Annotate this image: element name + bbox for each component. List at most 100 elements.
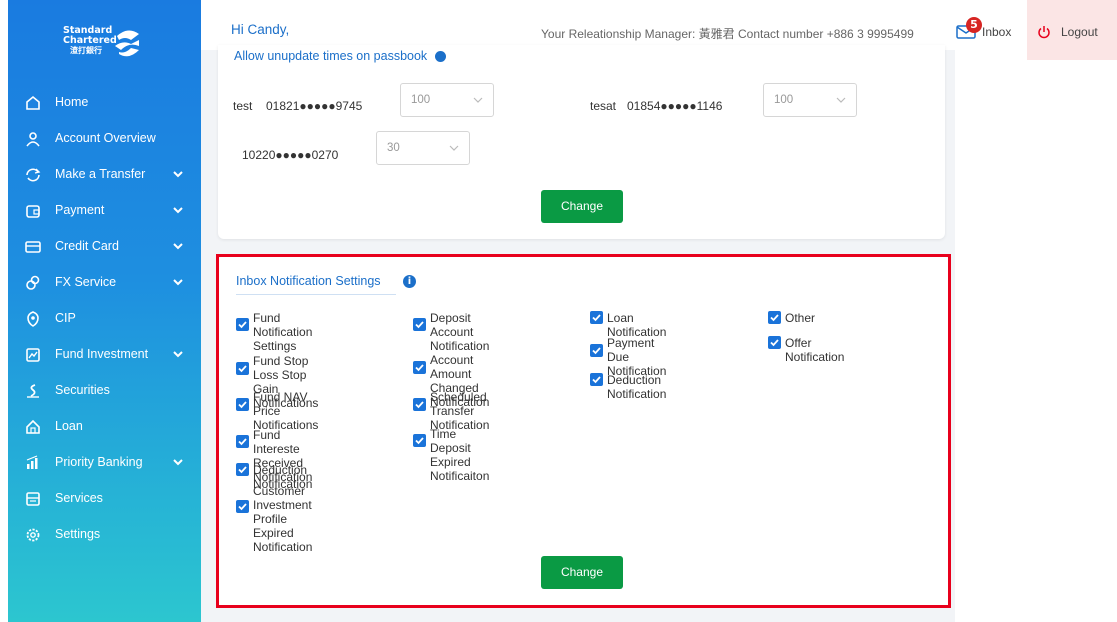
logo-line-2: Chartered bbox=[63, 35, 117, 46]
checkbox-checked[interactable] bbox=[768, 336, 781, 349]
checkbox-checked[interactable] bbox=[236, 362, 249, 375]
passbook-section-title: Allow unupdate times on passbook bbox=[234, 49, 446, 63]
checkbox-label: Payment Due Notification bbox=[607, 336, 667, 378]
chevron-down-icon bbox=[473, 97, 483, 103]
gear-icon bbox=[26, 528, 40, 542]
passbook-title-text: Allow unupdate times on passbook bbox=[234, 49, 428, 63]
fx-icon bbox=[26, 275, 40, 290]
check-icon bbox=[238, 365, 247, 373]
check-icon bbox=[238, 503, 247, 511]
passbook-account-row: test 01821●●●●●9745 bbox=[233, 99, 362, 113]
sidebar-item-label: Account Overview bbox=[55, 131, 156, 145]
checkbox-checked[interactable] bbox=[413, 318, 426, 331]
inbox-label: Inbox bbox=[982, 25, 1012, 39]
checkbox-label: Fund Notification Settings bbox=[253, 311, 313, 353]
sidebar-item-cip[interactable]: CIP bbox=[8, 301, 201, 337]
sidebar-item-services[interactable]: Services bbox=[8, 481, 201, 517]
checkbox-label: Loan Notification bbox=[607, 311, 667, 339]
select-value: 100 bbox=[411, 94, 431, 106]
sidebar-item-home[interactable]: Home bbox=[8, 85, 201, 121]
checkbox-checked[interactable] bbox=[590, 311, 603, 324]
power-icon bbox=[1038, 26, 1050, 39]
title-underline bbox=[236, 294, 396, 295]
sidebar-item-settings[interactable]: Settings bbox=[8, 517, 201, 553]
chevron-down-icon[interactable] bbox=[172, 348, 184, 360]
checkbox-checked[interactable] bbox=[236, 500, 249, 513]
sidebar-item-fx-service[interactable]: FX Service bbox=[8, 265, 201, 301]
checkbox-checked[interactable] bbox=[768, 311, 781, 324]
sidebar-item-label: Securities bbox=[55, 383, 110, 397]
sidebar-item-fund-investment[interactable]: Fund Investment bbox=[8, 337, 201, 373]
sidebar-item-credit-card[interactable]: Credit Card bbox=[8, 229, 201, 265]
account-number: 01854●●●●●1146 bbox=[627, 99, 723, 113]
inbox-button[interactable]: 5 Inbox bbox=[956, 17, 1020, 44]
inbox-notification-card bbox=[218, 257, 949, 607]
logout-button[interactable]: Logout bbox=[1027, 0, 1117, 60]
check-icon bbox=[592, 376, 601, 384]
checkbox-checked[interactable] bbox=[236, 398, 249, 411]
sidebar-item-loan[interactable]: Loan bbox=[8, 409, 201, 445]
check-icon bbox=[238, 466, 247, 474]
relationship-manager-info: Your Releationship Manager: 黃雅君 Contact … bbox=[541, 27, 914, 41]
check-icon bbox=[415, 364, 424, 372]
passbook-times-select[interactable]: 100 bbox=[400, 83, 494, 117]
logo-line-3: 渣打銀行 bbox=[70, 46, 102, 55]
passbook-account-row: tesat 01854●●●●●1146 bbox=[590, 99, 722, 113]
check-icon bbox=[415, 401, 424, 409]
checkbox-checked[interactable] bbox=[590, 373, 603, 386]
account-number: 01821●●●●●9745 bbox=[266, 99, 363, 113]
info-icon[interactable]: i bbox=[403, 275, 416, 288]
passbook-change-button[interactable]: Change bbox=[541, 190, 623, 223]
checkbox-checked[interactable] bbox=[236, 318, 249, 331]
check-icon bbox=[238, 321, 247, 329]
credit-card-icon bbox=[25, 241, 41, 253]
securities-icon bbox=[27, 384, 39, 398]
passbook-times-select[interactable]: 30 bbox=[376, 131, 470, 165]
check-icon bbox=[415, 437, 424, 445]
sidebar-item-payment[interactable]: Payment bbox=[8, 193, 201, 229]
chevron-down-icon bbox=[449, 145, 459, 151]
info-icon[interactable] bbox=[434, 51, 446, 63]
greeting: Hi Candy, bbox=[231, 22, 290, 37]
check-icon bbox=[415, 321, 424, 329]
account-name: test bbox=[233, 99, 253, 113]
services-icon bbox=[26, 492, 40, 506]
check-icon bbox=[592, 314, 601, 322]
wallet-icon bbox=[26, 205, 40, 218]
checkbox-checked[interactable] bbox=[413, 434, 426, 447]
chevron-down-icon[interactable] bbox=[172, 276, 184, 288]
sidebar-nav: Home Account Overview Make a Transfer Pa… bbox=[8, 85, 201, 553]
passbook-times-select[interactable]: 100 bbox=[763, 83, 857, 117]
account-number: 10220●●●●●0270 bbox=[242, 148, 339, 162]
bank-logo[interactable]: Standard Chartered 渣打銀行 bbox=[63, 26, 149, 66]
sidebar-item-securities[interactable]: Securities bbox=[8, 373, 201, 409]
checkbox-checked[interactable] bbox=[236, 463, 249, 476]
logo-text: Standard Chartered 渣打銀行 bbox=[63, 26, 117, 56]
sidebar-item-priority-banking[interactable]: Priority Banking bbox=[8, 445, 201, 481]
chevron-down-icon bbox=[836, 97, 846, 103]
checkbox-checked[interactable] bbox=[590, 344, 603, 357]
chevron-down-icon[interactable] bbox=[172, 204, 184, 216]
checkbox-label: Fund NAV Price Notifications bbox=[253, 390, 319, 432]
checkbox-label: Offer Notification bbox=[785, 336, 845, 364]
chevron-down-icon[interactable] bbox=[172, 240, 184, 252]
checkbox-label: Deduction Notification bbox=[607, 373, 667, 401]
check-icon bbox=[770, 314, 779, 322]
sidebar-item-make-a-transfer[interactable]: Make a Transfer bbox=[8, 157, 201, 193]
checkbox-checked[interactable] bbox=[236, 435, 249, 448]
logout-label: Logout bbox=[1061, 25, 1098, 39]
sidebar-item-label: Payment bbox=[55, 203, 105, 217]
chart-icon bbox=[26, 348, 40, 362]
checkbox-label: Deposit Account Notification bbox=[430, 311, 490, 353]
sidebar-item-account-overview[interactable]: Account Overview bbox=[8, 121, 201, 157]
chevron-down-icon[interactable] bbox=[172, 168, 184, 180]
checkbox-checked[interactable] bbox=[413, 361, 426, 374]
sidebar-item-label: Make a Transfer bbox=[55, 167, 146, 181]
inbox-change-button[interactable]: Change bbox=[541, 556, 623, 589]
inbox-count-badge: 5 bbox=[966, 17, 982, 33]
chevron-down-icon[interactable] bbox=[172, 456, 184, 468]
sidebar-item-label: CIP bbox=[55, 311, 76, 325]
checkbox-checked[interactable] bbox=[413, 398, 426, 411]
account-name: tesat bbox=[590, 99, 617, 113]
home-icon bbox=[26, 95, 40, 110]
